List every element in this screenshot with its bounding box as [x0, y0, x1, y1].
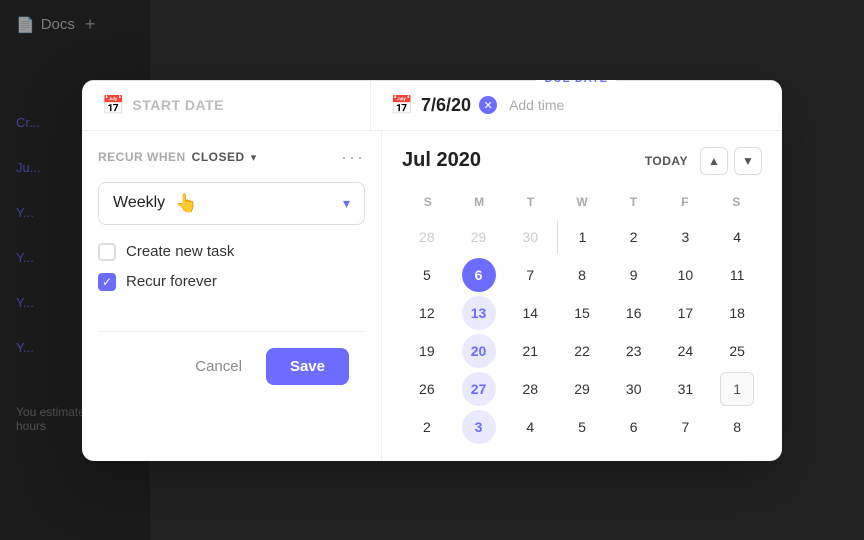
weekday-mon: M: [453, 191, 504, 213]
recur-forever-checkbox[interactable]: ✓: [98, 273, 116, 291]
calendar-day[interactable]: 29: [565, 372, 599, 406]
calendar-day[interactable]: 20: [462, 334, 496, 368]
more-options-button[interactable]: ···: [341, 147, 365, 168]
calendar-day[interactable]: 5: [410, 258, 444, 292]
due-date-section: DUE DATE 📅 7/6/20 ✕ Add time: [371, 81, 782, 130]
main-content: RECUR WHEN CLOSED ▾ ··· Weekly 👆 ▾ C: [82, 131, 782, 461]
calendar-day[interactable]: 1: [720, 372, 754, 406]
save-button[interactable]: Save: [266, 348, 349, 385]
next-month-button[interactable]: ▼: [734, 147, 762, 175]
calendar-day[interactable]: 25: [720, 334, 754, 368]
calendar-day[interactable]: 1: [557, 220, 607, 254]
calendar-panel: Jul 2020 TODAY ▲ ▼ S M T W T F: [382, 131, 782, 461]
weekday-sat: S: [711, 191, 762, 213]
start-date-section[interactable]: 📅 START DATE: [82, 81, 371, 130]
weekday-wed: W: [556, 191, 607, 213]
calendar-day[interactable]: 19: [410, 334, 444, 368]
due-date-top-label: DUE DATE: [537, 80, 616, 87]
due-date-calendar-icon: 📅: [391, 95, 413, 116]
calendar-day[interactable]: 29: [462, 220, 496, 254]
weekday-thu: T: [608, 191, 659, 213]
calendar-day[interactable]: 6: [617, 410, 651, 444]
calendar-day[interactable]: 27: [462, 372, 496, 406]
recur-chevron-icon[interactable]: ▾: [251, 151, 257, 164]
calendar-day[interactable]: 2: [410, 410, 444, 444]
due-date-value: 7/6/20: [421, 95, 471, 116]
calendar-day[interactable]: 17: [668, 296, 702, 330]
calendar-days: 2829301234567891011121314151617181920212…: [402, 219, 762, 445]
calendar-day[interactable]: 4: [513, 410, 547, 444]
calendar-day[interactable]: 2: [617, 220, 651, 254]
calendar-day[interactable]: 7: [668, 410, 702, 444]
calendar-day[interactable]: 28: [513, 372, 547, 406]
recur-header: RECUR WHEN CLOSED ▾ ···: [98, 147, 365, 168]
calendar-day[interactable]: 31: [668, 372, 702, 406]
calendar-day[interactable]: 6: [462, 258, 496, 292]
calendar-weekdays: S M T W T F S: [402, 191, 762, 213]
calendar-header: Jul 2020 TODAY ▲ ▼: [402, 147, 762, 175]
calendar-day[interactable]: 13: [462, 296, 496, 330]
calendar-day[interactable]: 28: [410, 220, 444, 254]
create-task-label: Create new task: [126, 243, 234, 260]
clear-due-date-button[interactable]: ✕: [479, 96, 497, 114]
calendar-month-year: Jul 2020: [402, 149, 481, 172]
recur-label: RECUR WHEN: [98, 150, 186, 164]
recur-closed-label: CLOSED: [192, 150, 245, 164]
date-picker-modal: 📅 START DATE DUE DATE 📅 7/6/20 ✕ Add tim…: [82, 80, 782, 461]
calendar-day[interactable]: 15: [565, 296, 599, 330]
create-task-row[interactable]: Create new task: [98, 243, 365, 261]
calendar-grid: S M T W T F S 28293012345678910111213141…: [402, 191, 762, 445]
calendar-day[interactable]: 11: [720, 258, 754, 292]
calendar-day[interactable]: 14: [513, 296, 547, 330]
create-task-checkbox[interactable]: [98, 243, 116, 261]
left-panel: RECUR WHEN CLOSED ▾ ··· Weekly 👆 ▾ C: [82, 131, 382, 461]
calendar-day[interactable]: 5: [565, 410, 599, 444]
action-buttons: Cancel Save: [98, 331, 365, 401]
recur-forever-label: Recur forever: [126, 273, 217, 290]
close-icon: ✕: [479, 96, 497, 114]
calendar-day[interactable]: 10: [668, 258, 702, 292]
calendar-day[interactable]: 16: [617, 296, 651, 330]
add-time-button[interactable]: Add time: [509, 97, 564, 113]
weekday-sun: S: [402, 191, 453, 213]
calendar-day[interactable]: 30: [617, 372, 651, 406]
calendar-day[interactable]: 8: [565, 258, 599, 292]
calendar-day[interactable]: 8: [720, 410, 754, 444]
weekday-tue: T: [505, 191, 556, 213]
calendar-day[interactable]: 4: [720, 220, 754, 254]
frequency-dropdown[interactable]: Weekly 👆 ▾: [98, 182, 365, 225]
cancel-button[interactable]: Cancel: [183, 350, 254, 383]
calendar-day[interactable]: 23: [617, 334, 651, 368]
calendar-navigation: TODAY ▲ ▼: [639, 147, 762, 175]
calendar-day[interactable]: 7: [513, 258, 547, 292]
calendar-day[interactable]: 24: [668, 334, 702, 368]
date-row: 📅 START DATE DUE DATE 📅 7/6/20 ✕ Add tim…: [82, 80, 782, 131]
calendar-day[interactable]: 30: [513, 220, 547, 254]
weekday-fri: F: [659, 191, 710, 213]
calendar-day[interactable]: 22: [565, 334, 599, 368]
calendar-day[interactable]: 9: [617, 258, 651, 292]
calendar-day[interactable]: 18: [720, 296, 754, 330]
prev-month-button[interactable]: ▲: [700, 147, 728, 175]
today-button[interactable]: TODAY: [639, 150, 694, 172]
calendar-day[interactable]: 3: [668, 220, 702, 254]
calendar-day[interactable]: 21: [513, 334, 547, 368]
recur-forever-row[interactable]: ✓ Recur forever: [98, 273, 365, 291]
modal-overlay: 📅 START DATE DUE DATE 📅 7/6/20 ✕ Add tim…: [0, 0, 864, 540]
cursor-icon: 👆: [175, 193, 197, 214]
calendar-icon: 📅: [102, 95, 124, 116]
calendar-day[interactable]: 12: [410, 296, 444, 330]
start-date-label: START DATE: [132, 97, 224, 113]
calendar-day[interactable]: 3: [462, 410, 496, 444]
dropdown-chevron-icon: ▾: [343, 195, 350, 212]
frequency-label: Weekly 👆: [113, 193, 198, 214]
calendar-day[interactable]: 26: [410, 372, 444, 406]
